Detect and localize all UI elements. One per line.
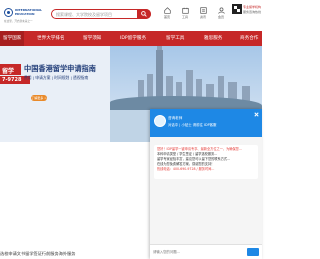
toolbar-home[interactable]: 首页 [159, 7, 175, 23]
search-box [51, 9, 151, 19]
nav-item-business[interactable]: 商务合作 [240, 31, 258, 46]
qr-caption-1: 专业留学机构 [243, 5, 262, 9]
chat-agent-name: 咨询老师 [168, 116, 183, 120]
chat-input-bar [150, 244, 262, 259]
nav-item-idp-services[interactable]: IDP留学服务 [120, 31, 146, 46]
close-icon[interactable] [254, 112, 259, 117]
banner-learn-more-button[interactable]: 了解更多 > [31, 95, 47, 101]
search-icon [141, 11, 147, 17]
idp-logo[interactable]: INTERNATIONAL EDUCATION 在这里，开启新未来之一 [4, 6, 42, 23]
content-area [0, 142, 150, 259]
toolbar-tool-label: 工具 [181, 15, 188, 19]
banner-badge-text: 留学 [2, 68, 15, 75]
user-icon [217, 7, 225, 14]
nav-item-ielts-services[interactable]: 雅思服务 [204, 31, 222, 46]
banner-title: 中国香港留学申请指南 [24, 64, 96, 73]
nav-item-study-guide[interactable]: 留学须知 [83, 31, 101, 46]
idp-logo-icon [4, 8, 13, 17]
chat-send-button[interactable] [247, 248, 259, 256]
chat-messages: 您好！IDP留学一键申请专享、最新全方位之一，为确保您... 本科申请类型 / … [150, 137, 262, 244]
banner-subtitle: 费用 | 申请方案 | 时间规划 | 透视指南 [24, 75, 89, 80]
qr-caption-2: 服务咨询热线 [243, 10, 262, 14]
nav-item-world-rankings[interactable]: 世界大学排名 [37, 31, 65, 46]
qr-code-icon [232, 4, 242, 14]
chat-widget: 咨询老师 对话中 | 小贴士 请前往 IDP客服 您好！IDP留学一键申请专享、… [150, 109, 262, 259]
header-toolbar: 首页 工具 资讯 会员 [159, 7, 231, 23]
banner-phone-number: 7-9728 [2, 77, 22, 83]
chat-message: 您好！IDP留学一键申请专享、最新全方位之一，为确保您... 本科申请类型 / … [154, 145, 258, 179]
chat-status: 对话中 | 小贴士 请前往 IDP客服 [168, 123, 217, 127]
chat-header: 咨询老师 对话中 | 小贴士 请前往 IDP客服 [150, 109, 262, 137]
banner-badge: 留学 [0, 64, 21, 75]
chat-avatar [154, 115, 166, 127]
search-button[interactable] [137, 9, 151, 19]
main-nav: 留学国家 世界大学排名 留学须知 IDP留学服务 留学工具 雅思服务 商务合作 [0, 31, 262, 46]
nav-item-study-countries[interactable]: 留学国家 [0, 31, 25, 46]
home-icon [163, 7, 171, 14]
top-header: INTERNATIONAL EDUCATION 在这里，开启新未来之一 首页 工 [0, 0, 262, 28]
search-input[interactable] [56, 10, 126, 18]
toolbar-tool[interactable]: 工具 [177, 7, 193, 23]
nav-item-study-tools[interactable]: 留学工具 [166, 31, 184, 46]
services-caption: 选校申请文书留学签证行前服务海外服务 [0, 251, 76, 256]
logo-slogan: 在这里，开启新未来之一 [4, 20, 33, 23]
toolbar-home-label: 首页 [163, 15, 170, 19]
logo-text-line2: EDUCATION [15, 12, 35, 16]
toolbar-news[interactable]: 资讯 [195, 7, 211, 23]
news-icon [199, 7, 207, 14]
tool-icon [181, 7, 189, 14]
chat-message-line: 热线电话：400-690-9728 / 服务时间... [157, 167, 215, 171]
toolbar-user-label: 会员 [217, 15, 224, 19]
toolbar-user[interactable]: 会员 [213, 7, 229, 23]
toolbar-news-label: 资讯 [199, 15, 206, 19]
chat-input[interactable] [153, 247, 243, 257]
